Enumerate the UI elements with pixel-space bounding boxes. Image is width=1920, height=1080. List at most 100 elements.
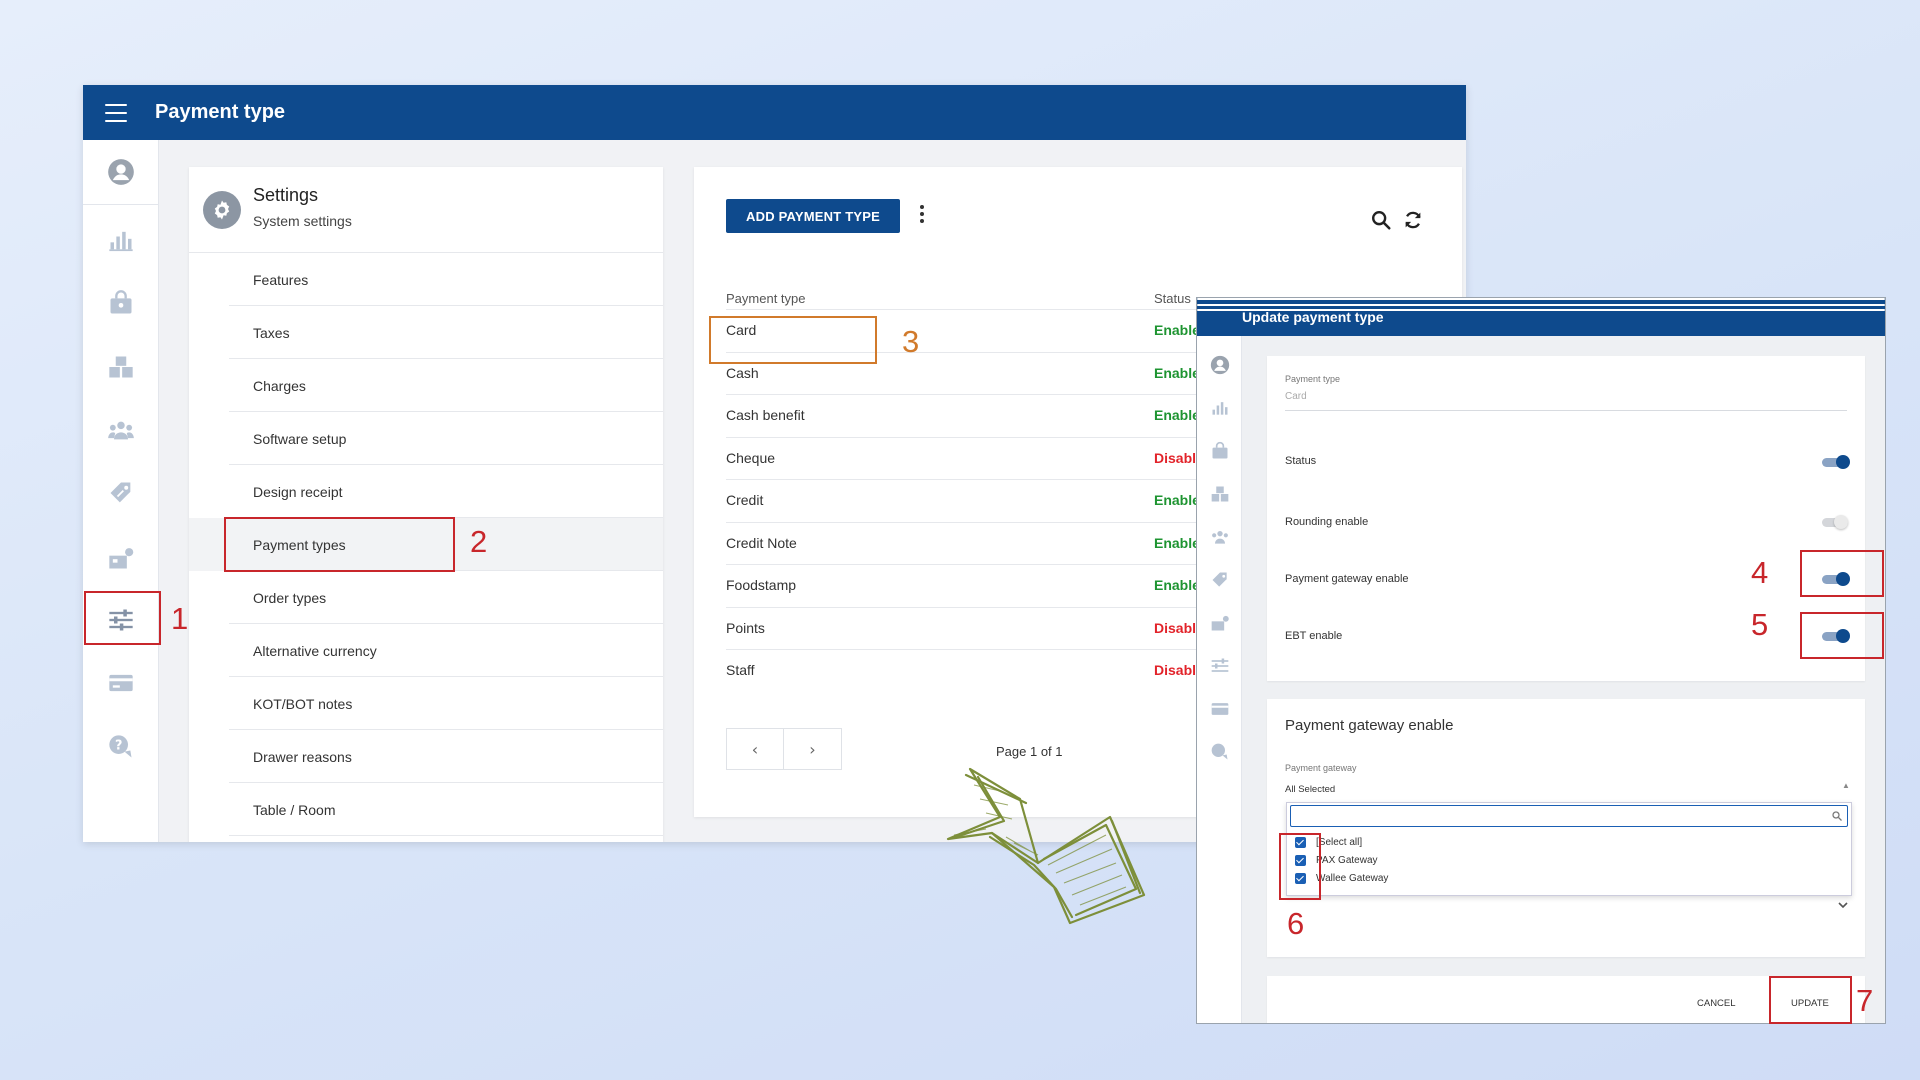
top-bar: Payment type: [83, 85, 1466, 140]
settings-item-label: Taxes: [253, 324, 290, 341]
arrow-icon: [946, 767, 1146, 925]
settings-item-kot-bot-notes[interactable]: KOT/BOT notes: [189, 677, 663, 730]
bag-icon[interactable]: [83, 283, 159, 323]
row-name: Cash: [726, 364, 759, 381]
status-toggle[interactable]: [1822, 455, 1850, 469]
people-icon[interactable]: [1197, 524, 1242, 550]
update-nav-rail: [1197, 336, 1242, 1023]
settings-title: Settings: [253, 185, 319, 205]
annotation-number-5: 5: [1751, 607, 1769, 642]
column-header-payment-type: Payment type: [726, 291, 806, 306]
settings-subtitle: System settings: [253, 213, 352, 229]
cancel-button[interactable]: CANCEL: [1697, 998, 1736, 1009]
annotation-number-1: 1: [171, 601, 189, 636]
gateway-search-input[interactable]: [1290, 805, 1848, 827]
field-underline: [1285, 410, 1847, 411]
annotation-box-2: [224, 517, 455, 572]
user-icon[interactable]: [83, 152, 159, 192]
register-icon[interactable]: [83, 538, 159, 578]
next-page-button[interactable]: ›: [784, 729, 841, 769]
settings-item-alternative-currency[interactable]: Alternative currency: [189, 624, 663, 677]
settings-item-charges[interactable]: Charges: [189, 359, 663, 412]
register-icon[interactable]: [1197, 610, 1242, 636]
settings-item-order-types[interactable]: Order types: [189, 571, 663, 624]
settings-item-label: KOT/BOT notes: [253, 695, 353, 712]
gear-icon: [203, 191, 241, 229]
payment-type-field-value[interactable]: Card: [1285, 391, 1307, 402]
payment-gateway-field-label: Payment gateway: [1285, 763, 1357, 773]
payment-type-field-label: Payment type: [1285, 374, 1341, 384]
annotation-box-3: [709, 316, 877, 364]
chevron-down-icon[interactable]: [1837, 899, 1849, 911]
annotation-box-7: [1769, 976, 1852, 1024]
settings-item-design-receipt[interactable]: Design receipt: [189, 465, 663, 518]
payment-gateway-enable-label: Payment gateway enable: [1285, 573, 1409, 585]
payment-gateway-dropdown: [Select all] PAX Gateway Wallee Gateway: [1286, 802, 1852, 896]
svg-text:?: ?: [115, 738, 122, 753]
settings-item-label: Drawer reasons: [253, 748, 352, 765]
settings-item-label: Alternative currency: [253, 642, 377, 659]
annotation-box-5: [1800, 612, 1884, 659]
settings-item-label: Table / Room: [253, 801, 336, 818]
settings-header: Settings System settings: [189, 167, 663, 253]
row-name: Cheque: [726, 449, 776, 466]
tag-icon[interactable]: [1197, 567, 1242, 593]
payment-type-form-card: Payment type Card Status Rounding enable…: [1267, 356, 1865, 681]
tag-icon[interactable]: [83, 473, 159, 513]
chevron-up-icon[interactable]: ▲: [1842, 781, 1850, 790]
add-payment-type-button[interactable]: ADD PAYMENT TYPE: [726, 199, 900, 233]
boxes-icon[interactable]: [1197, 481, 1242, 507]
help-icon[interactable]: [1197, 739, 1242, 765]
bag-icon[interactable]: [1197, 438, 1242, 464]
settings-item-label: Features: [253, 271, 309, 288]
settings-item-table-room[interactable]: Table / Room: [189, 783, 663, 836]
payment-gateway-field-value[interactable]: All Selected: [1285, 784, 1335, 795]
chart-icon[interactable]: [83, 220, 159, 260]
rounding-enable-toggle[interactable]: [1822, 515, 1850, 529]
menu-icon[interactable]: [1197, 298, 1885, 324]
gateway-section-title: Payment gateway enable: [1285, 717, 1454, 734]
update-top-bar: Update payment type: [1197, 298, 1885, 336]
refresh-icon[interactable]: [1402, 209, 1424, 231]
user-icon[interactable]: [1197, 352, 1242, 378]
settings-item-label: Charges: [253, 377, 306, 394]
status-label: Status: [1285, 455, 1317, 467]
boxes-icon[interactable]: [83, 347, 159, 387]
annotation-number-3: 3: [902, 324, 920, 359]
settings-item-label: Software setup: [253, 430, 347, 447]
search-icon[interactable]: [1370, 209, 1392, 231]
ebt-enable-label: EBT enable: [1285, 630, 1343, 642]
row-name: Staff: [726, 662, 755, 678]
settings-item-taxes[interactable]: Taxes: [189, 306, 663, 359]
row-name: Credit Note: [726, 534, 797, 551]
help-icon[interactable]: ?: [83, 727, 159, 767]
menu-icon[interactable]: [105, 103, 127, 122]
status-badge: Enable: [1154, 492, 1200, 508]
row-name: Cash benefit: [726, 407, 805, 423]
settings-item-software-setup[interactable]: Software setup: [189, 412, 663, 465]
card-icon[interactable]: [1197, 696, 1242, 722]
people-icon[interactable]: [83, 410, 159, 450]
pager: ‹ ›: [726, 728, 842, 770]
settings-item-features[interactable]: Features: [189, 253, 663, 306]
rail-divider: [83, 204, 159, 205]
card-icon[interactable]: [83, 663, 159, 703]
annotation-box-6: [1279, 833, 1321, 900]
update-title: Update payment type: [1242, 309, 1384, 325]
status-badge: Enable: [1154, 407, 1200, 423]
annotation-box-4: [1800, 550, 1884, 597]
chart-icon[interactable]: [1197, 395, 1242, 421]
rounding-enable-label: Rounding enable: [1285, 516, 1369, 528]
status-badge: Enable: [1154, 577, 1200, 593]
annotation-number-6: 6: [1287, 906, 1305, 941]
prev-page-button[interactable]: ‹: [727, 729, 784, 769]
row-name: Points: [726, 619, 765, 636]
more-icon[interactable]: [919, 205, 925, 227]
status-badge: Enable: [1154, 534, 1200, 551]
option-label: Wallee Gateway: [1316, 873, 1389, 884]
sliders-icon[interactable]: [1197, 653, 1242, 679]
row-name: Credit: [726, 492, 764, 508]
settings-item-drawer-reasons[interactable]: Drawer reasons: [189, 730, 663, 783]
option-label: [Select all]: [1316, 837, 1363, 848]
annotation-box-1: [84, 591, 161, 645]
